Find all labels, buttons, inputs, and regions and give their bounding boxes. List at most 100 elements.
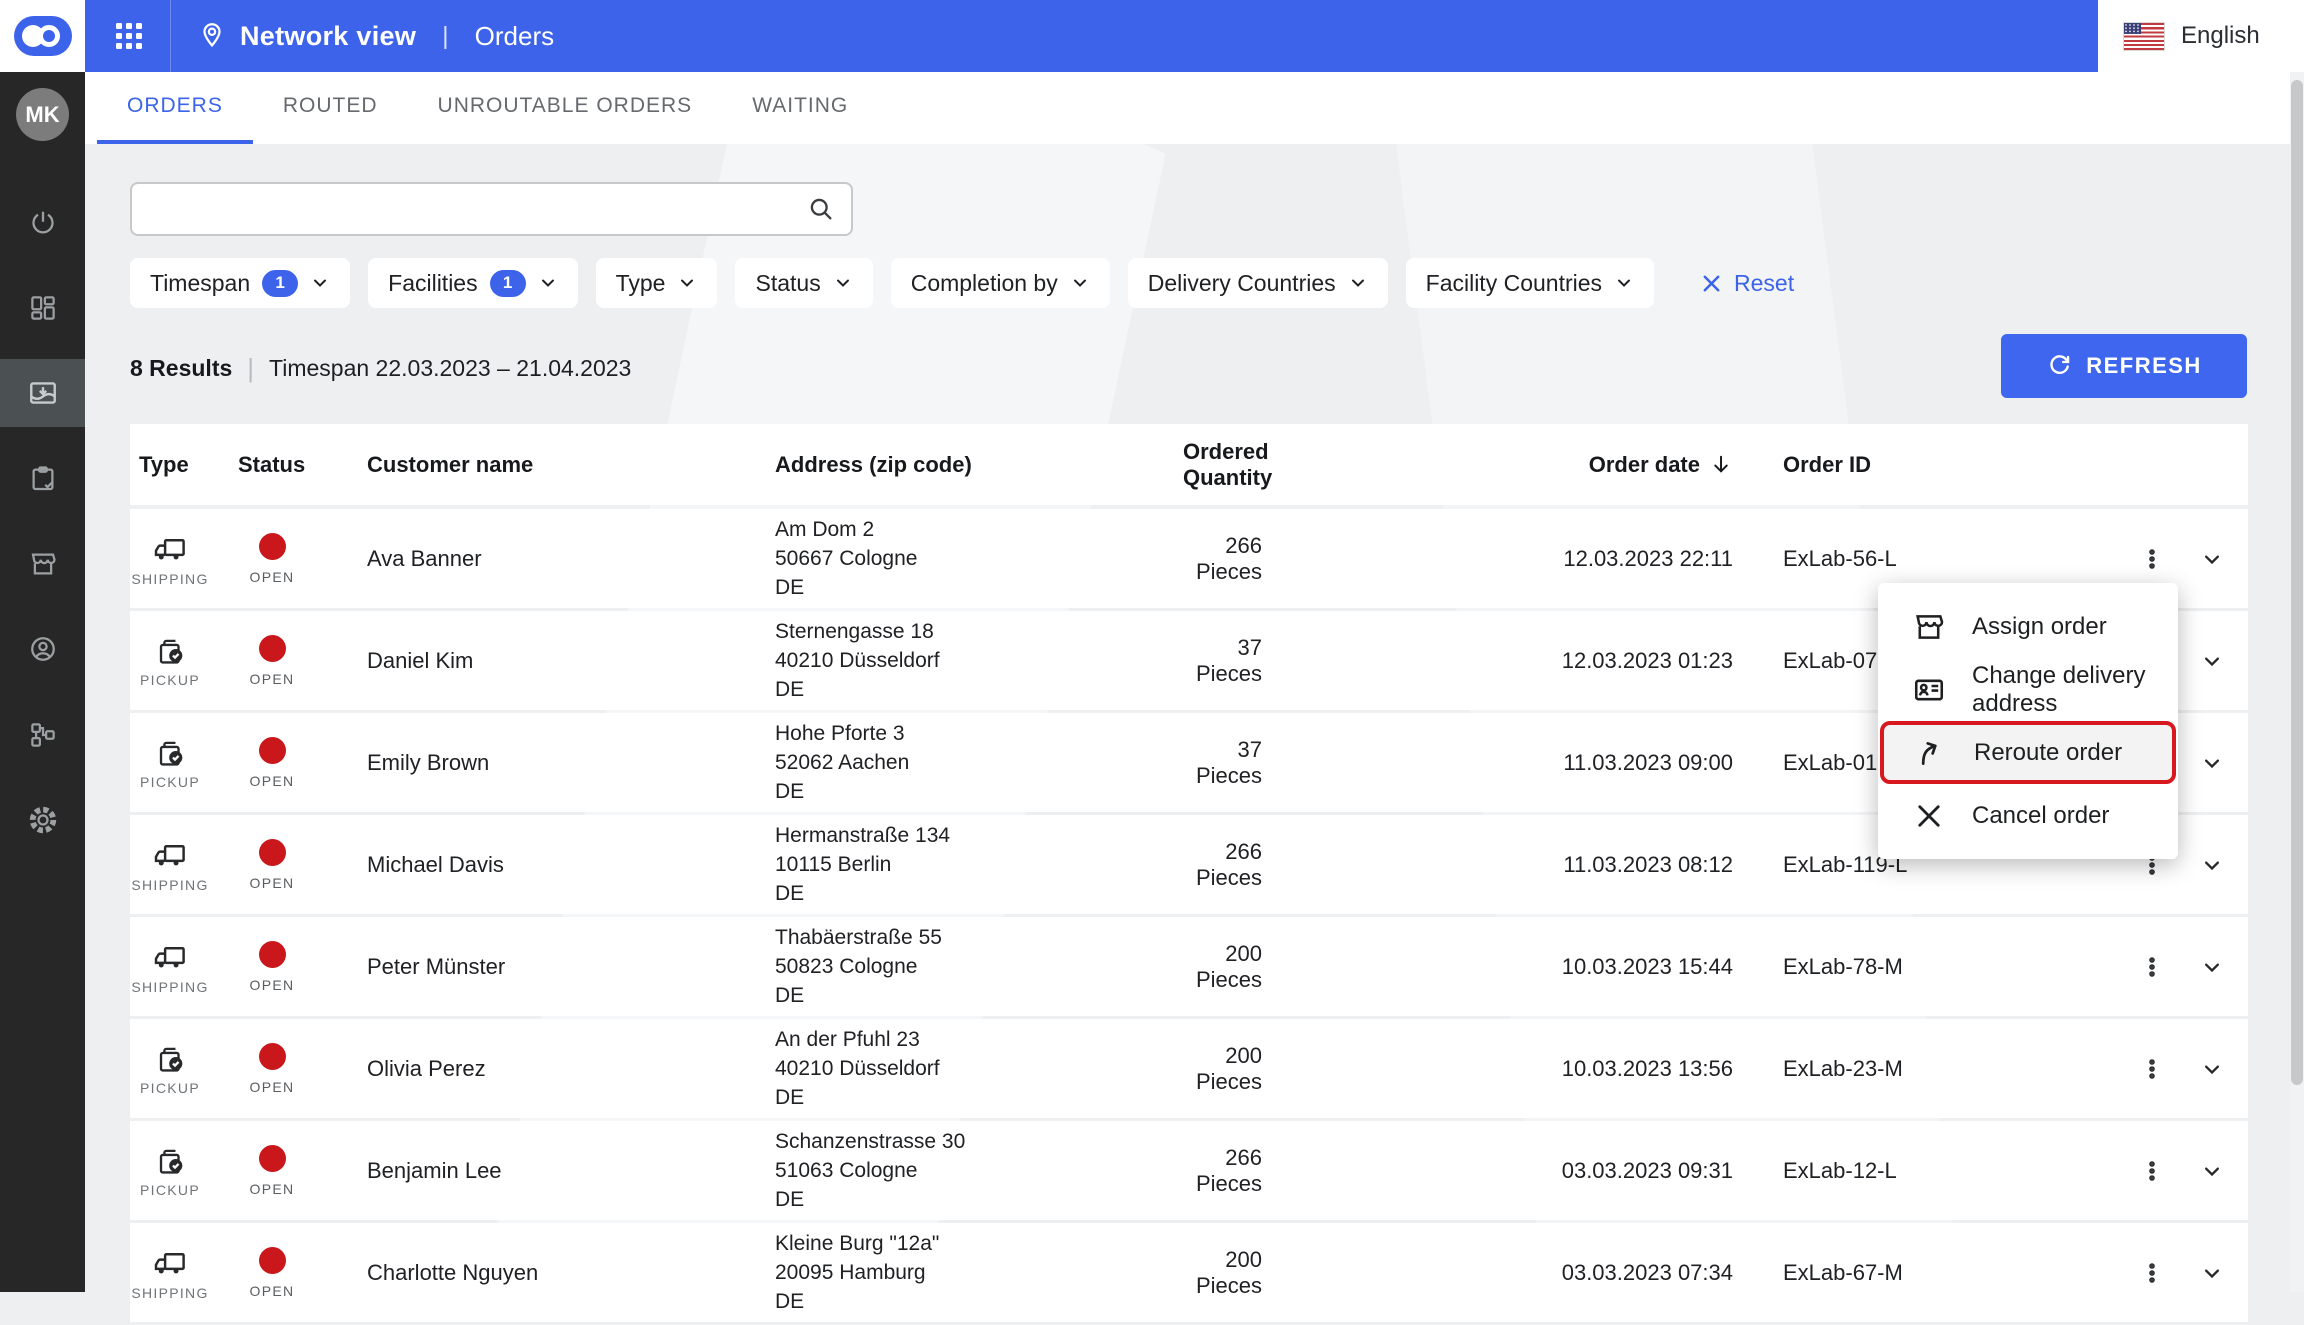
order-date: 03.03.2023 07:34 (1561, 1259, 1733, 1285)
tab-bar: ORDERS ROUTED UNROUTABLE ORDERS WAITING (85, 72, 2304, 144)
tab-orders[interactable]: ORDERS (97, 72, 253, 144)
row-menu-kebab-icon[interactable] (2136, 1155, 2168, 1187)
row-actions (2120, 1155, 2248, 1187)
refresh-icon (2050, 354, 2070, 374)
language-selector[interactable]: English (2098, 0, 2304, 72)
refresh-button[interactable]: REFRESH (2001, 334, 2247, 398)
user-avatar[interactable]: MK (16, 88, 69, 141)
filter-type[interactable]: Type (595, 258, 718, 308)
sidebar-item-facilities[interactable] (0, 530, 85, 598)
account-icon (28, 634, 58, 664)
order-status: OPEN (238, 1246, 306, 1299)
order-status-label: OPEN (249, 568, 295, 585)
order-date: 11.03.2023 08:12 (1563, 851, 1733, 877)
search-box (130, 182, 853, 236)
close-icon (1703, 275, 1720, 291)
order-type-label: SHIPPING (131, 978, 209, 995)
table-row[interactable]: PICKUP OPEN Benjamin Lee Schanzenstrasse… (130, 1121, 2248, 1220)
storefront-icon (1916, 614, 1944, 639)
filter-timespan[interactable]: Timespan 1 (130, 258, 351, 308)
filter-count-badge: 1 (262, 269, 299, 297)
reset-label: Reset (1734, 269, 1795, 296)
row-actions (2120, 1053, 2248, 1085)
search-icon[interactable] (807, 195, 835, 223)
order-date: 11.03.2023 09:00 (1563, 749, 1733, 775)
col-header-order-date[interactable]: Order date (1345, 452, 1733, 478)
table-header: Type Status Customer name Address (zip c… (130, 424, 2248, 505)
tab-waiting[interactable]: WAITING (722, 72, 878, 144)
menu-item-assign-order[interactable]: Assign order (1878, 595, 2178, 658)
sort-desc-arrow-icon (1714, 455, 1728, 473)
results-summary: 8 Results | Timespan 22.03.2023 – 21.04.… (130, 353, 631, 384)
menu-item-reroute-order[interactable]: Reroute order (1880, 721, 2176, 784)
sidebar-item-power[interactable] (0, 189, 85, 257)
row-expand-chevron-icon[interactable] (2198, 851, 2226, 879)
filter-label: Type (615, 269, 666, 296)
sidebar-item-network[interactable] (0, 701, 85, 769)
table-row[interactable]: SHIPPING OPEN Charlotte Nguyen Kleine Bu… (130, 1223, 2248, 1322)
customer-name: Emily Brown (367, 749, 490, 775)
address: Hermanstraße 134 10115 Berlin DE (775, 824, 951, 905)
row-context-menu: Assign order Change delivery address Rer… (1878, 583, 2178, 859)
order-id: ExLab-23-M (1783, 1055, 1903, 1081)
row-menu-kebab-icon[interactable] (2136, 951, 2168, 983)
filter-label: Completion by (910, 269, 1058, 296)
filter-facility-countries[interactable]: Facility Countries (1405, 258, 1655, 308)
chevron-down-icon (836, 279, 849, 287)
ordered-quantity: 266 Pieces (1195, 1144, 1262, 1196)
sidebar-item-settings[interactable] (0, 786, 85, 854)
address: An der Pfuhl 23 40210 Düsseldorf DE (775, 1028, 940, 1109)
order-id: ExLab-12-L (1783, 1157, 1897, 1183)
table-row[interactable]: PICKUP OPEN Olivia Perez An der Pfuhl 23… (130, 1019, 2248, 1118)
sidebar-item-account[interactable] (0, 615, 85, 683)
customer-name: Daniel Kim (367, 647, 474, 673)
sidebar-item-orders[interactable] (0, 359, 85, 427)
sidebar-item-dashboard[interactable] (0, 274, 85, 342)
order-type-label: SHIPPING (131, 1284, 209, 1301)
order-status: OPEN (238, 940, 306, 993)
order-status: OPEN (238, 532, 306, 585)
menu-item-change-delivery-address[interactable]: Change delivery address (1878, 658, 2178, 721)
tab-unroutable-orders[interactable]: UNROUTABLE ORDERS (408, 72, 723, 144)
order-type-label: PICKUP (140, 671, 200, 688)
results-count: 8 Results (130, 355, 233, 381)
col-header-order-id: Order ID (1783, 451, 1872, 477)
filter-delivery-countries[interactable]: Delivery Countries (1127, 258, 1388, 308)
row-expand-chevron-icon[interactable] (2198, 1259, 2226, 1287)
language-label: English (2181, 22, 2260, 49)
row-expand-chevron-icon[interactable] (2198, 1055, 2226, 1083)
order-type-label: PICKUP (140, 1079, 200, 1096)
sidebar-item-tasks[interactable] (0, 445, 85, 513)
ordered-quantity: 37 Pieces (1195, 634, 1262, 686)
filter-status[interactable]: Status (735, 258, 873, 308)
row-menu-kebab-icon[interactable] (2136, 1257, 2168, 1289)
chevron-down-icon (314, 279, 327, 287)
order-status: OPEN (238, 1042, 306, 1095)
order-status-label: OPEN (249, 670, 295, 687)
row-expand-chevron-icon[interactable] (2198, 953, 2226, 981)
reset-filters-button[interactable]: Reset (1700, 270, 1794, 297)
network-icon (28, 720, 58, 750)
status-open-dot (258, 838, 286, 866)
row-menu-kebab-icon[interactable] (2136, 1053, 2168, 1085)
order-status-label: OPEN (249, 1078, 295, 1095)
scrollbar-thumb[interactable] (2291, 80, 2303, 1085)
tab-routed[interactable]: ROUTED (253, 72, 408, 144)
row-expand-chevron-icon[interactable] (2198, 749, 2226, 777)
row-expand-chevron-icon[interactable] (2198, 647, 2226, 675)
row-expand-chevron-icon[interactable] (2198, 545, 2226, 573)
row-menu-kebab-icon[interactable] (2136, 543, 2168, 575)
menu-item-cancel-order[interactable]: Cancel order (1878, 784, 2178, 847)
search-input[interactable] (132, 184, 807, 234)
filter-completion-by[interactable]: Completion by (890, 258, 1110, 308)
order-status: OPEN (238, 736, 306, 789)
ordered-quantity: 37 Pieces (1195, 736, 1262, 788)
chevron-down-icon (1618, 279, 1631, 287)
table-row[interactable]: SHIPPING OPEN Peter Münster Thabäerstraß… (130, 917, 2248, 1016)
row-expand-chevron-icon[interactable] (2198, 1157, 2226, 1185)
app-grid-icon[interactable] (116, 23, 142, 49)
dashboard-icon (28, 293, 58, 323)
filter-facilities[interactable]: Facilities 1 (368, 258, 578, 308)
order-status-label: OPEN (249, 1180, 295, 1197)
pickup-bag-icon (153, 1144, 188, 1179)
